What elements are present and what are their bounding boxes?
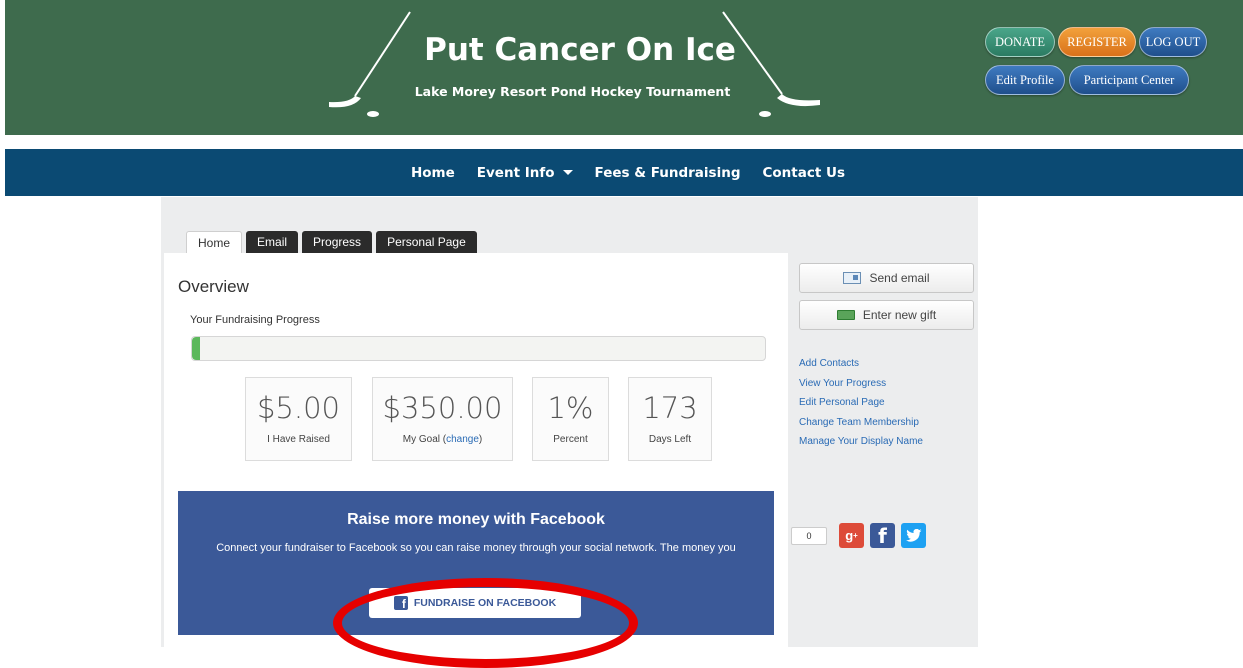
nav-item-fees-fundraising[interactable]: Fees & Fundraising <box>595 165 741 181</box>
stat-goal: $350.00 My Goal (change) <box>372 377 513 461</box>
enter-new-gift-button[interactable]: Enter new gift <box>799 300 974 330</box>
nav-item-event-info-label: Event Info <box>476 164 555 181</box>
share-count: 0 <box>791 526 827 545</box>
stat-days-label: Days Left <box>648 434 692 445</box>
register-button[interactable]: REGISTER <box>1058 27 1136 57</box>
participant-center-button[interactable]: Participant Center <box>1069 65 1189 95</box>
facebook-share-icon[interactable]: f <box>870 523 895 548</box>
participant-center-container: Home Email Progress Personal Page Overvi… <box>161 197 978 668</box>
stat-percent: 1% Percent <box>532 377 609 461</box>
send-email-label: Send email <box>869 271 930 285</box>
caret-down-icon <box>562 170 573 175</box>
facebook-promo-text: Connect your fundraiser to Facebook so y… <box>216 542 736 554</box>
site-title: Put Cancer On Ice <box>424 32 736 68</box>
nav-item-contact-us[interactable]: Contact Us <box>762 165 845 181</box>
enter-new-gift-label: Enter new gift <box>862 308 937 322</box>
edit-personal-page-link[interactable]: Edit Personal Page <box>799 393 923 413</box>
main-panel: Overview Your Fundraising Progress $5.00… <box>164 253 788 668</box>
sidebar: Send email Enter new gift Add Contacts V… <box>788 253 978 647</box>
hockey-stick-right-icon <box>722 11 820 117</box>
money-icon <box>836 310 855 320</box>
stat-goal-value: $350.00 <box>382 391 503 425</box>
stat-raised-label: I Have Raised <box>267 434 330 445</box>
nav-item-event-info[interactable]: Event Info <box>477 165 573 181</box>
hockey-stick-left-icon <box>329 11 411 117</box>
change-goal-link[interactable]: change <box>446 434 479 445</box>
tab-email[interactable]: Email <box>246 231 299 253</box>
logout-button[interactable]: LOG OUT <box>1139 27 1207 57</box>
overview-heading: Overview <box>178 277 249 296</box>
twitter-icon[interactable] <box>901 523 926 548</box>
social-share-bar: 0 g + f <box>791 523 926 548</box>
site-subtitle: Lake Morey Resort Pond Hockey Tournament <box>414 84 731 99</box>
stat-days-value: 173 <box>642 391 698 425</box>
stat-days-left: 173 Days Left <box>628 377 712 461</box>
progress-label: Your Fundraising Progress <box>190 314 320 326</box>
progress-bar <box>191 336 766 361</box>
sidebar-links: Add Contacts View Your Progress Edit Per… <box>799 354 923 452</box>
donate-button[interactable]: DONATE <box>985 27 1055 57</box>
view-progress-link[interactable]: View Your Progress <box>799 374 923 394</box>
stat-raised: $5.00 I Have Raised <box>245 377 352 461</box>
tab-home[interactable]: Home <box>186 231 243 254</box>
facebook-logo-icon: f <box>393 596 408 610</box>
facebook-promo-title: Raise more money with Facebook <box>347 511 605 528</box>
stat-percent-value: 1% <box>547 391 594 425</box>
add-contacts-link[interactable]: Add Contacts <box>799 354 923 374</box>
fundraise-on-facebook-button[interactable]: f FUNDRAISE ON FACEBOOK <box>369 588 581 618</box>
fundraise-on-facebook-label: FUNDRAISE ON FACEBOOK <box>413 597 557 609</box>
tab-personal-page[interactable]: Personal Page <box>376 231 477 253</box>
envelope-icon <box>843 272 862 284</box>
stat-goal-label: My Goal <box>402 434 440 445</box>
change-team-membership-link[interactable]: Change Team Membership <box>799 413 923 433</box>
manage-display-name-link[interactable]: Manage Your Display Name <box>799 432 923 452</box>
send-email-button[interactable]: Send email <box>799 263 974 293</box>
edit-profile-button[interactable]: Edit Profile <box>985 65 1065 95</box>
stat-percent-label: Percent <box>553 434 588 445</box>
main-nav: Home Event Info Fees & Fundraising Conta… <box>5 149 1243 196</box>
google-plus-icon[interactable]: g + <box>839 523 864 548</box>
tab-progress[interactable]: Progress <box>302 231 373 253</box>
tab-bar: Home Email Progress Personal Page <box>186 231 477 254</box>
stat-raised-value: $5.00 <box>256 391 341 425</box>
stat-goal-label-row: My Goal (change) <box>402 434 483 445</box>
nav-item-home[interactable]: Home <box>411 165 455 181</box>
facebook-promo: Raise more money with Facebook Connect y… <box>178 491 774 635</box>
progress-bar-fill <box>192 337 201 360</box>
